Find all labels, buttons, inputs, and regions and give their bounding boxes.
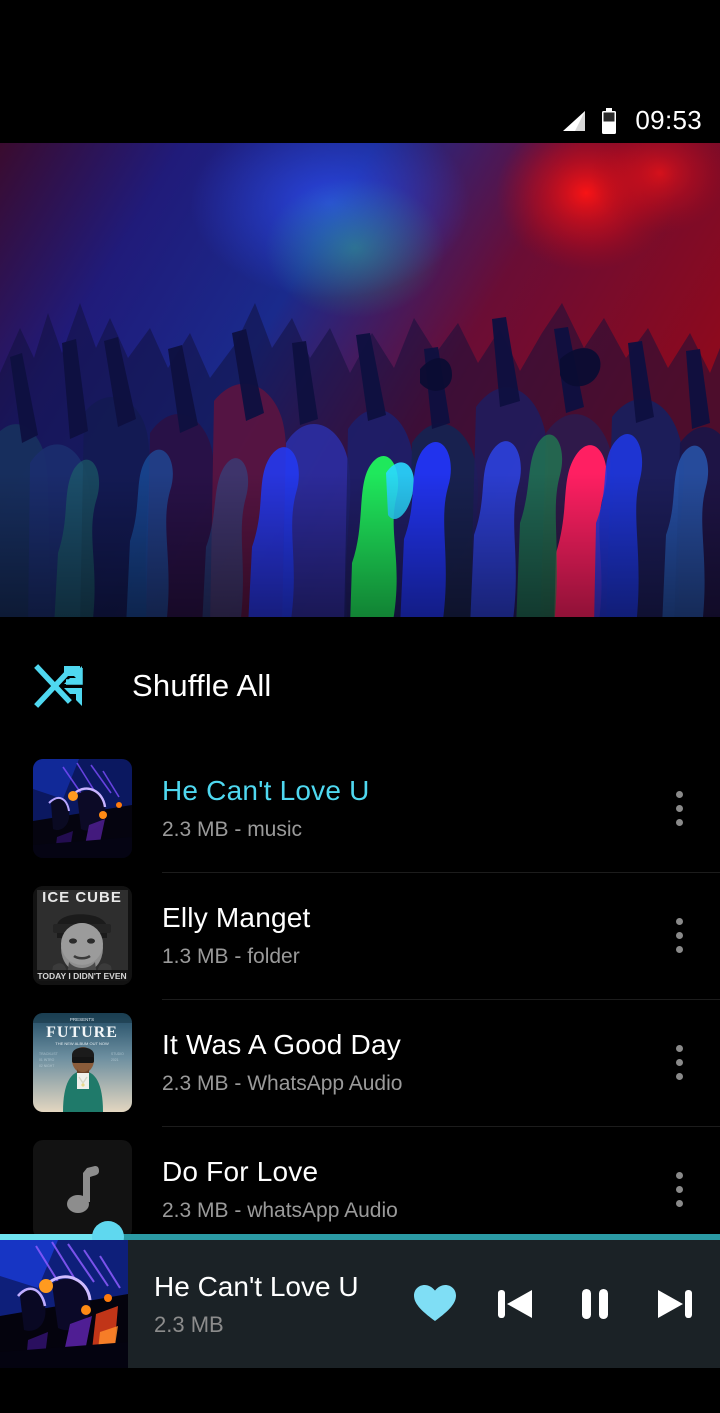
- svg-text:ICE CUBE: ICE CUBE: [42, 889, 122, 906]
- track-text-group: He Can't Love U 2.3 MB - music: [162, 774, 652, 843]
- track-row[interactable]: He Can't Love U 2.3 MB - music: [0, 745, 720, 872]
- track-title: Do For Love: [162, 1156, 319, 1187]
- track-row[interactable]: ICE CUBE TODAY I DIDN'T EVEN Elly Manget…: [0, 872, 720, 999]
- svg-text:01 INTRO: 01 INTRO: [39, 1058, 55, 1062]
- now-playing-text-group: He Can't Love U 2.3 MB: [154, 1270, 412, 1338]
- concert-crowd-banner: [0, 143, 720, 627]
- bottom-black-inset: [0, 1368, 720, 1413]
- track-subtitle: 1.3 MB - folder: [162, 945, 300, 968]
- status-bar: 09:53: [0, 98, 720, 143]
- track-title: It Was A Good Day: [162, 1029, 401, 1060]
- more-vertical-icon[interactable]: [652, 1155, 706, 1225]
- shuffle-all-button[interactable]: Shuffle All: [0, 627, 720, 745]
- svg-text:PRESENTS: PRESENTS: [70, 1017, 94, 1022]
- shuffle-all-label: Shuffle All: [132, 668, 272, 703]
- track-subtitle: 2.3 MB - music: [162, 818, 303, 841]
- track-row[interactable]: PRESENTS FUTURE THE NEW ALBUM OUT NOW TR…: [0, 999, 720, 1126]
- now-playing-subtitle: 2.3 MB: [154, 1312, 224, 1337]
- svg-text:02 NIGHT: 02 NIGHT: [39, 1064, 54, 1068]
- now-playing-title: He Can't Love U: [154, 1271, 359, 1302]
- track-text-group: It Was A Good Day 2.3 MB - WhatsApp Audi…: [162, 1028, 652, 1097]
- status-clock: 09:53: [635, 105, 702, 135]
- more-vertical-icon[interactable]: [652, 774, 706, 844]
- track-title: Elly Manget: [162, 902, 311, 933]
- heart-icon[interactable]: [412, 1281, 458, 1327]
- track-list-area: Shuffle All He Can't Love U 2.3 MB - mus…: [0, 627, 720, 1240]
- player-controls-group: [412, 1281, 720, 1327]
- svg-text:2021: 2021: [111, 1058, 119, 1062]
- top-black-inset: [0, 0, 720, 98]
- track-text-group: Elly Manget 1.3 MB - folder: [162, 901, 652, 970]
- shuffle-icon: [32, 658, 88, 714]
- status-icons-group: 09:53: [561, 105, 702, 136]
- album-art-thumbnail: ICE CUBE TODAY I DIDN'T EVEN: [33, 886, 132, 985]
- track-text-group: Do For Love 2.3 MB - whatsApp Audio: [162, 1155, 652, 1224]
- more-vertical-icon[interactable]: [652, 1028, 706, 1098]
- track-subtitle: 2.3 MB - whatsApp Audio: [162, 1199, 398, 1222]
- now-playing-artwork: [0, 1240, 128, 1368]
- now-playing-bar[interactable]: He Can't Love U 2.3 MB: [0, 1240, 720, 1368]
- svg-text:TRACKLIST: TRACKLIST: [39, 1052, 58, 1056]
- track-subtitle: 2.3 MB - WhatsApp Audio: [162, 1072, 403, 1095]
- track-title: He Can't Love U: [162, 775, 370, 806]
- svg-text:TODAY I DIDN'T EVEN: TODAY I DIDN'T EVEN: [37, 971, 126, 981]
- skip-previous-icon[interactable]: [492, 1281, 538, 1327]
- signal-bars-icon: [561, 110, 587, 132]
- album-art-thumbnail: PRESENTS FUTURE THE NEW ALBUM OUT NOW TR…: [33, 1013, 132, 1112]
- pause-icon[interactable]: [572, 1281, 618, 1327]
- skip-next-icon[interactable]: [652, 1281, 698, 1327]
- battery-icon: [601, 107, 617, 134]
- svg-text:THE NEW ALBUM OUT NOW: THE NEW ALBUM OUT NOW: [55, 1041, 109, 1046]
- album-art-thumbnail: [33, 759, 132, 858]
- svg-text:STUDIO: STUDIO: [111, 1052, 124, 1056]
- more-vertical-icon[interactable]: [652, 901, 706, 971]
- svg-text:FUTURE: FUTURE: [46, 1024, 118, 1041]
